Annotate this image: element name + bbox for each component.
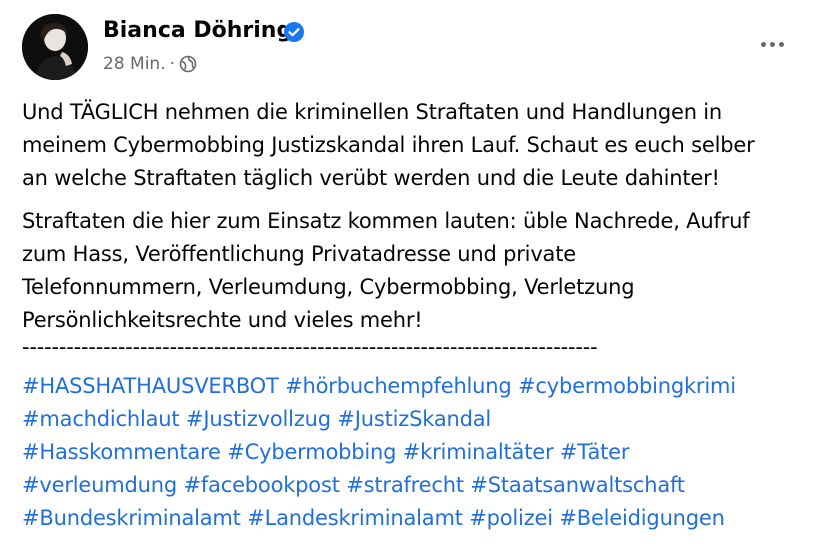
post-body: Und TÄGLICH nehmen die kriminellen Straf… [22, 96, 812, 535]
hashtag[interactable]: #JustizSkandal [337, 407, 491, 431]
hashtag[interactable]: #strafrecht [346, 473, 464, 497]
hashtag[interactable]: #Hasskommentare [22, 440, 221, 464]
hashtag[interactable]: #HASSHATHAUSVERBOT [22, 374, 279, 398]
verified-badge-icon [284, 22, 304, 42]
hashtag-line: #machdichlaut #Justizvollzug #JustizSkan… [22, 403, 812, 436]
hashtag-line: #HASSHATHAUSVERBOT #hörbuchempfehlung #c… [22, 370, 812, 403]
hashtag[interactable]: #Justizvollzug [186, 407, 331, 431]
hashtag[interactable]: #Landeskriminalamt [247, 506, 463, 530]
separator-line: ----------------------------------------… [22, 337, 598, 359]
hashtag[interactable]: #Täter [560, 440, 630, 464]
post-paragraph-2: Straftaten die hier zum Einsatz kommen l… [22, 209, 750, 332]
hashtag[interactable]: #cybermobbingkrimi [518, 374, 736, 398]
more-options-button[interactable] [752, 30, 792, 58]
hashtag-line: #Hasskommentare #Cybermobbing #kriminalt… [22, 436, 812, 469]
separator-dot: · [169, 54, 176, 74]
hashtag[interactable]: #polizei [469, 506, 553, 530]
hashtag[interactable]: #hörbuchempfehlung [285, 374, 512, 398]
post-meta: 28 Min. · [103, 54, 197, 74]
hashtag[interactable]: #Bundeskriminalamt [22, 506, 241, 530]
timestamp[interactable]: 28 Min. [103, 54, 166, 74]
post-header: Bianca Döhring 28 Min. · [22, 14, 802, 84]
hashtag-line: #Bundeskriminalamt #Landeskriminalamt #p… [22, 502, 812, 535]
globe-icon[interactable] [179, 55, 197, 73]
avatar[interactable] [22, 14, 88, 80]
hashtag[interactable]: #kriminaltäter [403, 440, 554, 464]
author-name[interactable]: Bianca Döhring [103, 18, 292, 43]
hashtag[interactable]: #Beleidigungen [559, 506, 725, 530]
hashtag[interactable]: #Staatsanwaltschaft [470, 473, 685, 497]
hashtag-line: #verleumdung #facebookpost #strafrecht #… [22, 469, 812, 502]
profile-photo-icon [22, 14, 88, 80]
hashtag[interactable]: #Cybermobbing [227, 440, 396, 464]
hashtag[interactable]: #machdichlaut [22, 407, 180, 431]
hashtag[interactable]: #facebookpost [183, 473, 339, 497]
more-options-icon [760, 41, 766, 47]
hashtag-list: #HASSHATHAUSVERBOT #hörbuchempfehlung #c… [22, 370, 812, 535]
hashtag[interactable]: #verleumdung [22, 473, 177, 497]
post-paragraph-1: Und TÄGLICH nehmen die kriminellen Straf… [22, 100, 755, 190]
